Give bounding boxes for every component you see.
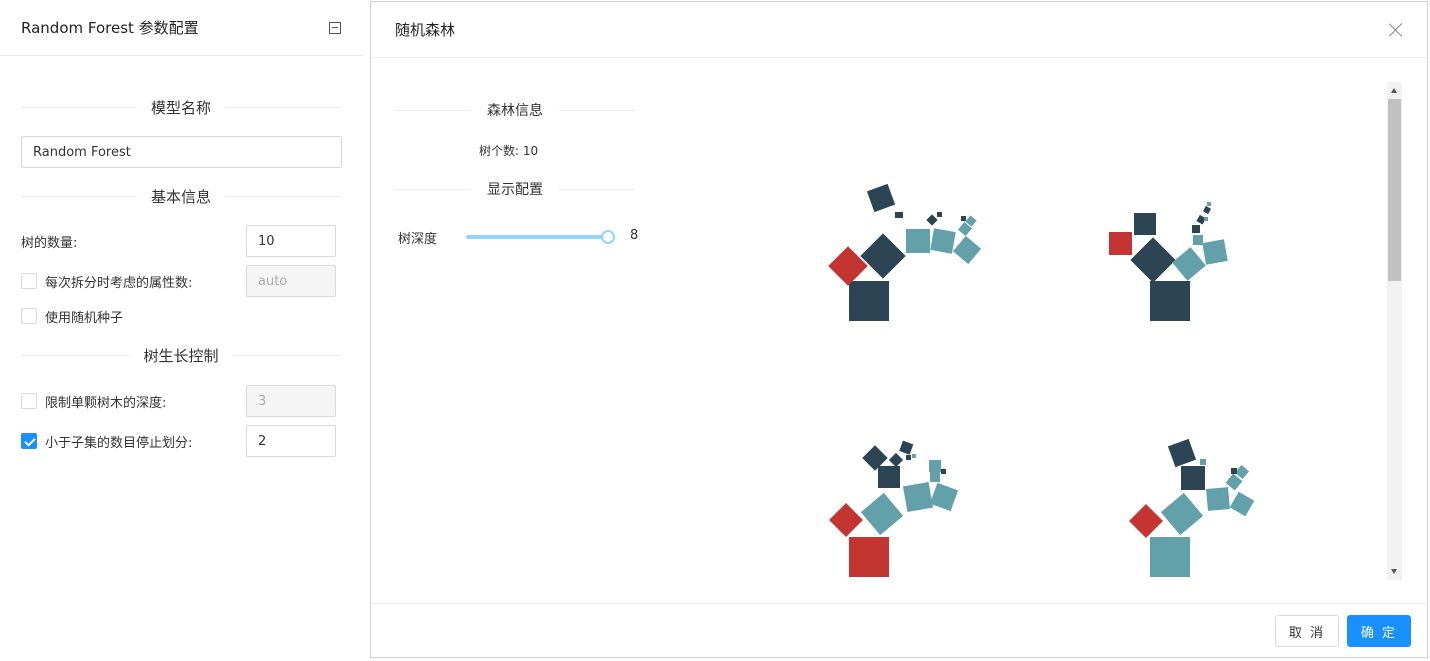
section-growth-control: 树生长控制 (21, 345, 342, 365)
tree-node (860, 233, 906, 279)
tree-node (1172, 247, 1206, 281)
tree-node (1193, 235, 1203, 245)
tree-2[interactable] (1109, 202, 1228, 321)
num-trees-input[interactable]: 10 (246, 225, 336, 257)
tree-node (1202, 205, 1212, 215)
forest-info-heading: 森林信息 (395, 100, 635, 120)
tree-node (906, 229, 930, 253)
tree-node (1229, 491, 1255, 517)
section-title: 模型名称 (151, 98, 212, 117)
tree-node (952, 235, 982, 265)
max-depth-label: 限制单颗树木的深度: (45, 395, 167, 411)
min-split-row[interactable]: 小于子集的数目停止划分: (21, 431, 192, 451)
min-split-checkbox[interactable] (21, 433, 37, 449)
tree-3[interactable] (829, 440, 959, 577)
display-config-heading: 显示配置 (395, 179, 635, 199)
section-basic-info: 基本信息 (21, 186, 342, 206)
tree-node (937, 212, 942, 217)
tree-node (866, 183, 896, 213)
scroll-down-arrow-icon[interactable] (1391, 569, 1397, 574)
scroll-up-arrow-icon[interactable] (1391, 88, 1397, 93)
max-depth-checkbox[interactable] (21, 393, 37, 409)
tree-node (926, 214, 938, 226)
modal-title: 随机森林 (395, 21, 456, 39)
min-split-input[interactable]: 2 (246, 425, 336, 457)
tree-node (1206, 487, 1230, 511)
tree-node (929, 460, 941, 472)
visualization-scrollbar[interactable] (1387, 82, 1402, 580)
section-title: 基本信息 (151, 187, 212, 206)
tree-count-text: 树个数: 10 (479, 144, 539, 158)
ok-button[interactable]: 确 定 (1347, 615, 1411, 647)
tree-node (1202, 239, 1228, 265)
tree-node (1181, 466, 1205, 490)
tree-node (1204, 217, 1208, 221)
tree-node (1109, 232, 1132, 255)
tree-depth-value: 8 (630, 228, 639, 243)
random-forest-modal: 随机森林 森林信息 树个数: 10 显示配置 树深度 8 取 消 确 定 (370, 1, 1428, 658)
tree-node (1150, 281, 1190, 321)
tree-node (1167, 438, 1197, 468)
tree-node (1160, 492, 1204, 536)
tree-depth-label: 树深度 (398, 232, 438, 247)
min-split-label: 小于子集的数目停止划分: (45, 435, 193, 451)
tree-1[interactable] (828, 183, 982, 321)
parameter-panel: Random Forest 参数配置 模型名称 Random Forest 基本… (0, 0, 362, 661)
modal-footer: 取 消 确 定 (371, 603, 1427, 657)
random-seed-row[interactable]: 使用随机种子 (21, 306, 123, 326)
tree-depth-slider-handle[interactable] (601, 230, 615, 244)
tree-node (849, 281, 889, 321)
tree-node (829, 503, 863, 537)
tree-node (1192, 225, 1200, 233)
tree-node (1207, 202, 1211, 206)
features-per-split-label: 每次拆分时考虑的属性数: (45, 275, 193, 291)
tree-depth-slider-track[interactable] (466, 235, 608, 239)
scrollbar-thumb[interactable] (1388, 99, 1401, 281)
tree-visualization (828, 183, 1255, 577)
features-per-split-row[interactable]: 每次拆分时考虑的属性数: (21, 271, 192, 291)
panel-header: Random Forest 参数配置 (0, 0, 362, 56)
collapse-icon[interactable] (329, 21, 341, 34)
random-seed-checkbox[interactable] (21, 308, 37, 324)
tree-node (860, 492, 904, 536)
tree-node (906, 455, 911, 460)
max-depth-input[interactable]: 3 (246, 385, 336, 417)
tree-node (930, 228, 956, 254)
section-model-name: 模型名称 (21, 97, 342, 117)
tree-node (902, 481, 934, 513)
cancel-button[interactable]: 取 消 (1275, 615, 1339, 647)
tree-4[interactable] (1129, 438, 1255, 577)
tree-node (1150, 537, 1190, 577)
model-name-input[interactable]: Random Forest (21, 136, 342, 168)
tree-node (895, 212, 903, 218)
close-icon[interactable] (1389, 23, 1403, 37)
tree-node (929, 482, 959, 512)
features-per-split-input[interactable]: auto (246, 265, 336, 297)
tree-node (878, 466, 900, 488)
tree-node (828, 246, 868, 286)
panel-title: Random Forest 参数配置 (21, 19, 199, 37)
tree-node (930, 472, 940, 482)
tree-node (1130, 237, 1176, 283)
max-depth-row[interactable]: 限制单颗树木的深度: (21, 391, 166, 411)
tree-node (1134, 213, 1156, 235)
tree-node (849, 537, 889, 577)
tree-node (941, 469, 946, 474)
section-title: 树生长控制 (143, 346, 219, 365)
num-trees-label: 树的数量: (21, 235, 78, 251)
tree-node (888, 452, 904, 468)
tree-node (1129, 504, 1163, 538)
tree-node (1231, 468, 1237, 474)
tree-node (961, 216, 966, 221)
tree-node (899, 440, 914, 455)
features-per-split-checkbox[interactable] (21, 273, 37, 289)
tree-node (1200, 459, 1206, 465)
modal-header: 随机森林 (371, 2, 1427, 58)
tree-node (912, 454, 916, 458)
random-seed-label: 使用随机种子 (45, 310, 124, 326)
